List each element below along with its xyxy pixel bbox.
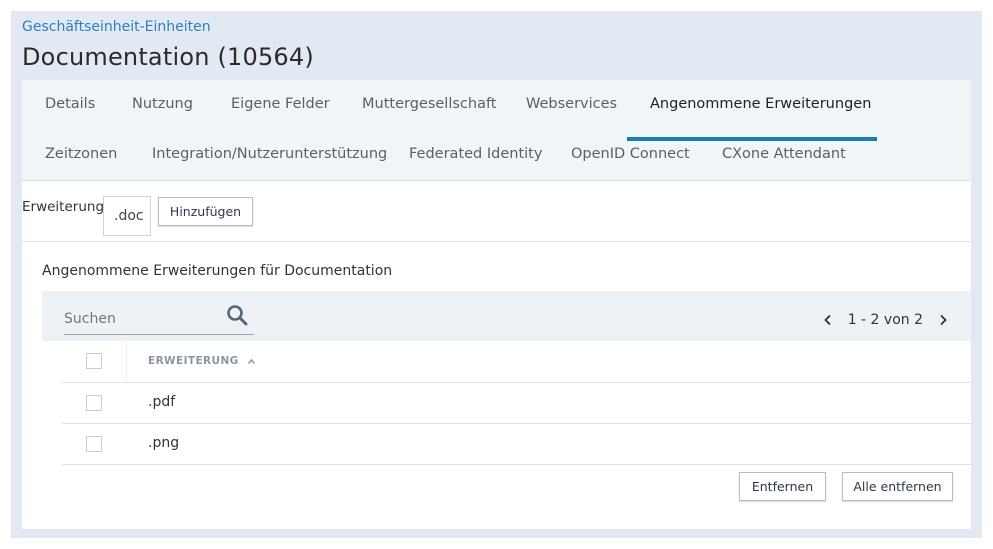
page-frame: Geschäftseinheit-Einheiten Documentation… [11, 11, 982, 538]
tab-bar: Details Nutzung Eigene Felder Muttergese… [22, 80, 971, 181]
select-all-checkbox[interactable] [86, 353, 102, 369]
content-card: Details Nutzung Eigene Felder Muttergese… [22, 80, 971, 529]
tab-nutzung[interactable]: Nutzung [132, 96, 193, 112]
tab-angenommene-erweiterungen[interactable]: Angenommene Erweiterungen [650, 96, 871, 112]
extension-input[interactable] [103, 196, 151, 236]
row-checkbox[interactable] [86, 436, 102, 452]
remove-button[interactable]: Entfernen [739, 472, 826, 501]
extension-form: Erweiterung Hinzufügen [22, 181, 971, 242]
column-separator [126, 341, 127, 382]
tab-openid-connect[interactable]: OpenID Connect [571, 146, 690, 162]
tab-zeitzonen[interactable]: Zeitzonen [45, 146, 117, 162]
breadcrumb[interactable]: Geschäftseinheit-Einheiten [22, 19, 211, 35]
tab-integration-nutzerunterstuetzung[interactable]: Integration/Nutzerunterstützung [152, 146, 387, 162]
chevron-right-icon[interactable] [935, 312, 951, 328]
tab-muttergesellschaft[interactable]: Muttergesellschaft [362, 96, 497, 112]
section-title: Angenommene Erweiterungen für Documentat… [42, 263, 393, 279]
tab-eigene-felder[interactable]: Eigene Felder [231, 96, 330, 112]
pagination-count: 1 - 2 von 2 [847, 312, 923, 328]
table-toolbar: 1 - 2 von 2 [42, 291, 971, 341]
extensions-table: ERWEITERUNG .pdf .png [62, 341, 971, 465]
active-tab-indicator [627, 137, 877, 141]
pagination: 1 - 2 von 2 [820, 310, 951, 330]
tab-webservices[interactable]: Webservices [526, 96, 617, 112]
table-row[interactable]: .png [62, 424, 971, 465]
column-header-erweiterung[interactable]: ERWEITERUNG [148, 355, 256, 367]
row-extension: .pdf [148, 394, 176, 410]
row-extension: .png [148, 435, 180, 451]
column-header-label: ERWEITERUNG [148, 355, 239, 367]
chevron-left-icon[interactable] [820, 312, 836, 328]
add-button[interactable]: Hinzufügen [158, 197, 253, 226]
tab-federated-identity[interactable]: Federated Identity [409, 146, 542, 162]
remove-all-button[interactable]: Alle entfernen [842, 472, 953, 501]
extension-label: Erweiterung [22, 199, 105, 215]
table-row[interactable]: .pdf [62, 383, 971, 424]
tab-cxone-attendant[interactable]: CXone Attendant [722, 146, 846, 162]
sort-asc-icon [247, 358, 255, 364]
search-icon[interactable] [226, 304, 248, 326]
row-checkbox[interactable] [86, 395, 102, 411]
page-title: Documentation (10564) [22, 43, 314, 71]
table-header: ERWEITERUNG [62, 341, 971, 383]
tab-details[interactable]: Details [45, 96, 95, 112]
